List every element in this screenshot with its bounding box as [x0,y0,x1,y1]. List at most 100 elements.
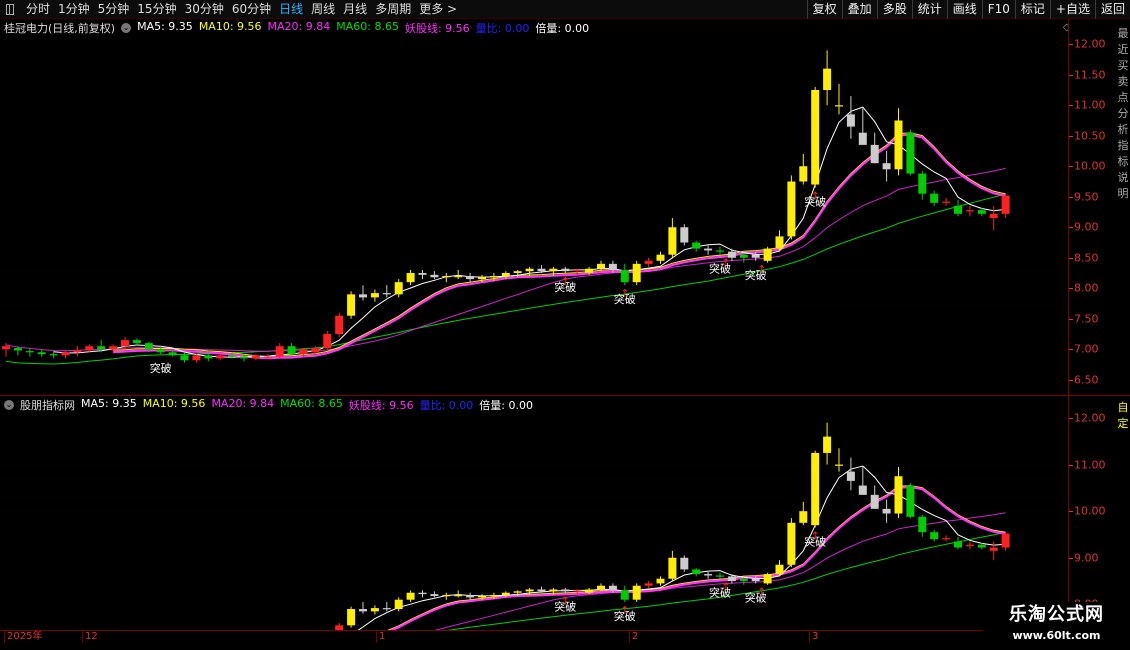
breakout-arrow-icon: ↑ [561,275,570,288]
candle-body [418,592,427,595]
candle-body [382,608,391,610]
tab-2[interactable]: 5分钟 [94,0,134,19]
candle-body [989,213,998,219]
tool-button-1[interactable]: 叠加 [841,0,877,19]
candle-body [561,589,570,592]
breakout-signal-label: 突破 [150,361,172,375]
candle-body [430,274,439,278]
tool-button-3[interactable]: 统计 [911,0,947,19]
candle-body [977,544,986,548]
candle-body [311,348,320,353]
tool-button-6[interactable]: 标记 [1014,0,1050,19]
candle-body [858,485,867,495]
ma60-line [446,531,1006,630]
candle-body [680,557,689,570]
candle-body [549,589,558,592]
breakout-arrow-icon: ↑ [721,257,730,270]
candle-body [668,557,677,579]
tool-button-7[interactable]: +自选 [1049,0,1095,19]
tab-10[interactable]: 更多 > [415,0,461,19]
ma20-line [434,512,1006,630]
tab-7[interactable]: 周线 [307,0,339,19]
candle-body [799,166,808,182]
breakout-arrow-icon: ↑ [757,585,766,598]
tab-3[interactable]: 15分钟 [133,0,180,19]
candle-body [906,132,915,174]
tab-6[interactable]: 日线 [275,0,307,19]
date-axis: 2025年 12 1 2 3 [0,630,1068,650]
ma10-line [113,132,1006,357]
candle-body [739,578,748,582]
candle-body [73,350,82,353]
candle-body [347,294,356,316]
tick-label-4: 10.00 [1074,159,1106,173]
tab-0[interactable]: 分时 [22,0,54,19]
candle-body [751,254,760,258]
candle-body [406,592,415,600]
indicator-chart-panel[interactable]: 突破突破↑突破↑突破↑突破↑突破↑ [0,396,1068,630]
price-chart-panel[interactable]: 突破突破↑突破↑突破↑突破↑突破↑ [0,19,1068,395]
candle-body [620,269,629,283]
tool-button-4[interactable]: 画线 [946,0,982,19]
candle-body [930,532,939,540]
candle-body [121,340,129,347]
date-label-3: 2 [629,631,638,643]
pause-icon[interactable] [6,4,14,15]
candle-body [370,608,379,612]
candle-body [323,334,332,349]
tab-1[interactable]: 1分钟 [54,0,94,19]
candle-body [597,263,605,269]
toolbar: 分时 1分钟 5分钟 15分钟 30分钟 60分钟 日线 周线 月线 多周期 更多 > 复权 叠加 多股… [0,0,1130,19]
candle-body [787,522,796,565]
candle-body [811,452,820,526]
candle-body [2,346,10,350]
tick-label-8: 8.00 [1074,281,1099,295]
candle-body [608,585,617,591]
candle-body [656,578,665,584]
candle-body [1001,195,1010,214]
tool-button-2[interactable]: 多股 [876,0,912,19]
candle-body [549,268,558,272]
candle-body [632,585,641,600]
candle-body [156,349,165,353]
tab-4[interactable]: 30分钟 [181,0,228,19]
tick-label-1: 11.50 [1074,68,1106,82]
tick-label-0: 12.00 [1074,37,1106,51]
tool-button-0[interactable]: 复权 [806,0,842,19]
tick-label-1: 11.00 [1074,458,1106,472]
candle-body [442,276,451,278]
candle-body [954,541,962,548]
candle-body [906,485,915,517]
candle-body [216,355,225,359]
candle-body [406,273,415,283]
candle-body [775,236,784,249]
candle-body [25,351,34,353]
candle-body [716,250,724,252]
breakout-arrow-icon: ↑ [811,529,820,542]
ma20-line [5,167,1006,352]
tick-label-0: 12.00 [1074,411,1106,425]
candle-body [799,511,808,523]
tool-button-5[interactable]: F10 [981,0,1015,19]
watermark-line2: www.60lt.com [1012,629,1101,642]
candle-body [882,508,891,514]
tool-button-8[interactable]: 返回 [1094,0,1130,19]
breakout-arrow-icon: ↑ [620,604,629,617]
candle-body [263,356,272,358]
candle-body [918,173,927,194]
candle-body [13,348,22,351]
candle-body [763,248,772,261]
candle-body [489,276,498,278]
date-label-2: 1 [376,631,385,643]
tick-label-3: 9.00 [1074,551,1099,565]
breakout-arrow-icon: ↑ [561,595,570,608]
candle-body [192,355,201,361]
candle-body [132,340,141,344]
tab-9[interactable]: 多周期 [371,0,415,19]
tab-5[interactable]: 60分钟 [228,0,275,19]
candle-body [739,254,748,258]
tick-label-11: 6.50 [1074,373,1099,387]
candle-body [1001,533,1010,548]
tab-8[interactable]: 月线 [339,0,371,19]
candle-body [418,273,427,275]
